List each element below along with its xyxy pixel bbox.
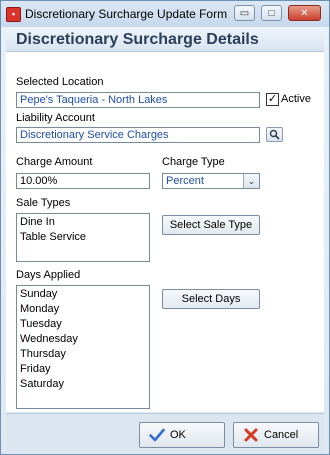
list-item[interactable]: Wednesday [20, 332, 146, 347]
list-item[interactable]: Friday [20, 362, 146, 377]
checkmark-icon [149, 428, 165, 442]
minimize-icon: ▭ [239, 8, 250, 19]
location-label: Selected Location [16, 76, 104, 88]
ok-label: OK [170, 429, 186, 441]
days-list[interactable]: Sunday Monday Tuesday Wednesday Thursday… [16, 285, 150, 409]
minimize-button[interactable]: ▭ [234, 5, 255, 21]
cancel-button[interactable]: Cancel [233, 422, 319, 448]
list-item[interactable]: Thursday [20, 347, 146, 362]
maximize-icon: □ [268, 8, 275, 19]
cancel-label: Cancel [264, 429, 299, 441]
sale-types-list[interactable]: Dine In Table Service [16, 213, 150, 262]
sale-types-label: Sale Types [16, 197, 71, 209]
list-item[interactable]: Saturday [20, 377, 146, 392]
ok-button[interactable]: OK [139, 422, 225, 448]
cancel-x-icon [244, 428, 258, 442]
list-item[interactable]: Tuesday [20, 317, 146, 332]
section-header: Discretionary Surcharge Details [6, 28, 324, 52]
charge-type-value: Percent [166, 175, 204, 187]
window-title: Discretionary Surcharge Update Form [25, 7, 228, 21]
charge-amount-label: Charge Amount [16, 156, 93, 168]
liability-field[interactable]: Discretionary Service Charges [16, 127, 260, 143]
button-bar: OK Cancel [6, 413, 324, 451]
maximize-button[interactable]: □ [261, 5, 282, 21]
days-applied-label: Days Applied [16, 269, 81, 281]
page-title: Discretionary Surcharge Details [16, 31, 259, 48]
surcharge-update-window: ▪ Discretionary Surcharge Update Form ▭ … [0, 0, 330, 455]
list-item[interactable]: Dine In [20, 215, 146, 230]
title-bar: ▪ Discretionary Surcharge Update Form ▭ … [1, 1, 329, 27]
select-days-button[interactable]: Select Days [162, 289, 260, 309]
charge-type-select[interactable]: Percent ⌄ [162, 173, 260, 189]
list-item[interactable]: Table Service [20, 230, 146, 245]
close-button[interactable]: ✕ [288, 5, 321, 21]
list-item[interactable]: Sunday [20, 287, 146, 302]
charge-amount-field[interactable]: 10.00% [16, 173, 150, 189]
select-sale-type-button[interactable]: Select Sale Type [162, 215, 260, 235]
charge-type-label: Charge Type [162, 156, 225, 168]
app-icon: ▪ [6, 7, 21, 22]
location-field[interactable]: Pepe's Taqueria - North Lakes [16, 92, 260, 108]
magnifier-icon [269, 129, 280, 140]
chevron-down-icon: ⌄ [243, 174, 259, 188]
liability-label: Liability Account [16, 112, 95, 124]
active-checkbox[interactable]: ✓ [266, 93, 279, 106]
close-icon: ✕ [300, 8, 309, 19]
form-body: Selected Location Pepe's Taqueria - Nort… [6, 52, 324, 412]
liability-lookup-button[interactable] [266, 127, 283, 142]
list-item[interactable]: Monday [20, 302, 146, 317]
checkmark-icon: ✓ [267, 93, 278, 105]
active-label: Active [281, 93, 311, 105]
